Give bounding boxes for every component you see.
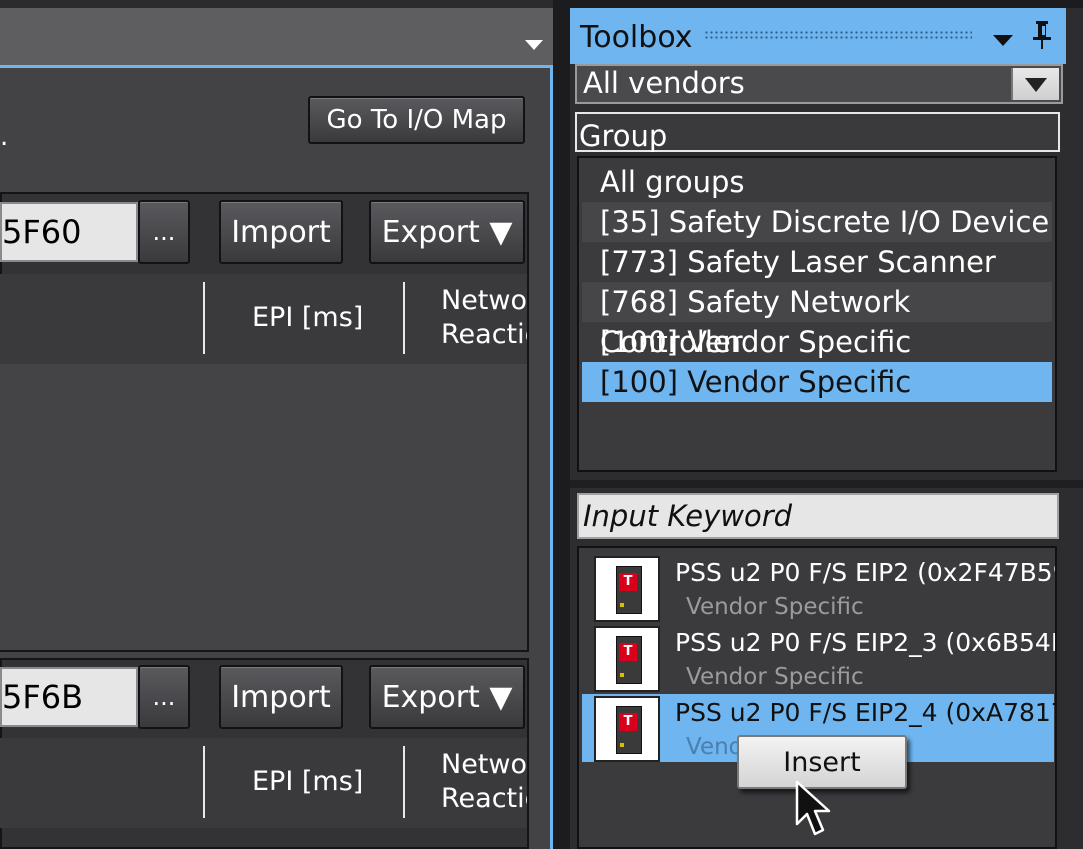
column-header-network[interactable]: Netwo Reactio [441, 284, 527, 352]
device-item[interactable]: T PSS u2 P0 F/S EIP2 (0x2F47B597 Vendor … [582, 554, 1057, 622]
group-item-all[interactable]: All groups [582, 162, 1052, 202]
safety-device-icon: T [594, 626, 660, 692]
column-separator [203, 282, 205, 354]
column-header-line1: Netwo [441, 749, 527, 780]
device-name: PSS u2 P0 F/S EIP2_3 (0x6B54E7 [675, 628, 1057, 657]
device-group: Vendor Specific [686, 594, 864, 620]
column-header-epi[interactable]: EPI [ms] [252, 766, 363, 797]
browse-button[interactable]: ... [138, 665, 190, 729]
group-item[interactable]: [773] Safety Laser Scanner [582, 242, 1052, 282]
device-group: Vendor Specific [686, 664, 864, 690]
device-name: PSS u2 P0 F/S EIP2 (0x2F47B597 [675, 558, 1057, 587]
target-id-field[interactable]: 5F6B [0, 667, 138, 727]
target-id-field[interactable]: 5F60 [0, 202, 138, 262]
export-button[interactable]: Export ▼ [369, 665, 525, 729]
dropdown-button[interactable] [1011, 68, 1059, 100]
safety-device-icon: T [594, 556, 660, 622]
import-button[interactable]: Import [219, 200, 343, 264]
column-header-line2: Reactio [441, 783, 527, 814]
browse-button[interactable]: ... [138, 200, 190, 264]
column-separator [203, 746, 205, 818]
editor-active-border [550, 68, 553, 849]
group-item[interactable]: [100] Vendor Specific [582, 322, 1052, 362]
drag-grip[interactable] [704, 30, 972, 40]
chevron-down-icon[interactable] [993, 35, 1013, 46]
splitter[interactable] [570, 480, 1083, 488]
group-item-selected[interactable]: [100] Vendor Specific [582, 362, 1052, 402]
keyword-search-input[interactable]: Input Keyword [577, 493, 1059, 539]
vendor-select-value: All vendors [583, 66, 745, 100]
group-list[interactable]: All groups [35] Safety Discrete I/O Devi… [577, 156, 1057, 472]
mouse-cursor-icon [795, 780, 831, 836]
device-name: PSS u2 P0 F/S EIP2_4 (0xA7817F [675, 698, 1057, 727]
column-header-network[interactable]: Netwo Reactio [441, 748, 527, 816]
pin-icon[interactable] [1030, 20, 1054, 50]
chevron-down-icon[interactable] [525, 40, 543, 50]
toolbox-title: Toolbox [580, 20, 693, 55]
import-button[interactable]: Import [219, 665, 343, 729]
caret-down-icon [1025, 78, 1047, 92]
group-item[interactable]: [35] Safety Discrete I/O Device [582, 202, 1052, 242]
column-header-epi[interactable]: EPI [ms] [252, 302, 363, 333]
vendor-select[interactable]: All vendors [575, 64, 1063, 104]
safety-device-icon: T [594, 696, 660, 762]
go-to-io-map-button[interactable]: Go To I/O Map [308, 96, 525, 144]
column-separator [403, 282, 405, 354]
group-filter-input[interactable]: Group [575, 112, 1060, 153]
editor-title-bar [0, 8, 553, 68]
truncated-text: . [0, 122, 9, 152]
column-header-line2: Reactio [441, 319, 527, 350]
device-group: Vend [686, 734, 744, 760]
device-item[interactable]: T PSS u2 P0 F/S EIP2_3 (0x6B54E7 Vendor … [582, 624, 1057, 692]
grid-body [0, 364, 527, 650]
column-header-line1: Netwo [441, 285, 527, 316]
export-button[interactable]: Export ▼ [369, 200, 525, 264]
column-separator [403, 746, 405, 818]
group-item[interactable]: [768] Safety Network Controller [582, 282, 1052, 359]
